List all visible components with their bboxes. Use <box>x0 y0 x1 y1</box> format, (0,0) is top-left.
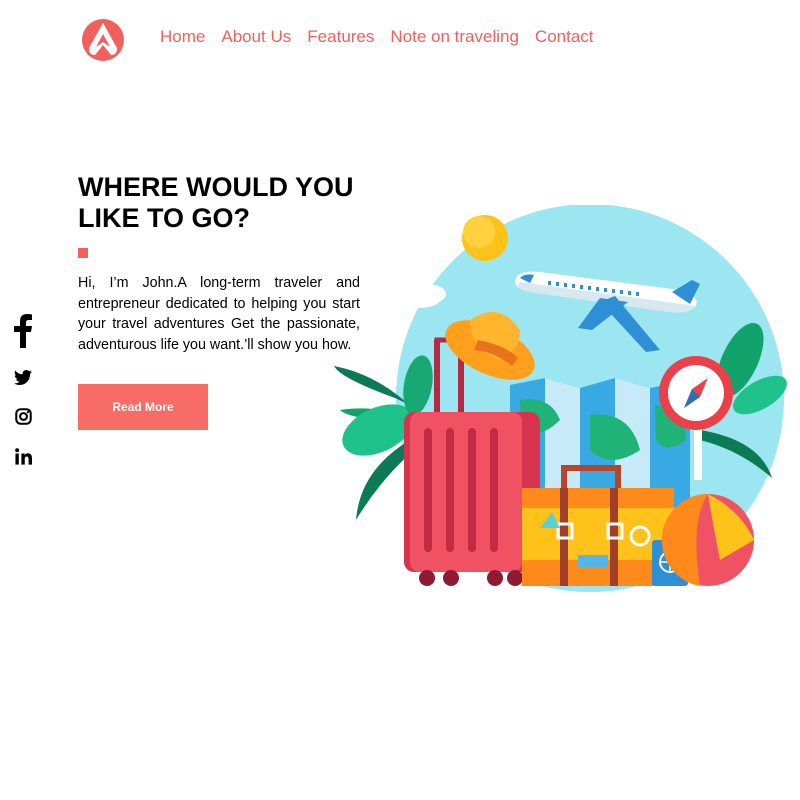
nav-home[interactable]: Home <box>160 26 205 48</box>
accent-square <box>78 248 88 258</box>
instagram-icon[interactable] <box>12 408 34 425</box>
twitter-icon[interactable] <box>12 370 34 385</box>
hero-intro: Hi, I’m John.A long-term traveler and en… <box>78 275 360 353</box>
main-nav: Home About Us Features Note on traveling… <box>160 26 594 48</box>
facebook-icon[interactable] <box>12 314 34 348</box>
read-more-button[interactable]: Read More <box>78 384 208 430</box>
nav-about-us[interactable]: About Us <box>221 26 291 48</box>
nav-note-on-traveling[interactable]: Note on traveling <box>390 26 519 48</box>
nav-contact[interactable]: Contact <box>535 26 594 48</box>
linkedin-icon[interactable] <box>12 448 34 465</box>
logo-icon[interactable] <box>80 18 126 62</box>
travel-illustration <box>334 205 787 592</box>
beach-ball-icon <box>661 494 754 586</box>
nav-features[interactable]: Features <box>307 26 374 48</box>
